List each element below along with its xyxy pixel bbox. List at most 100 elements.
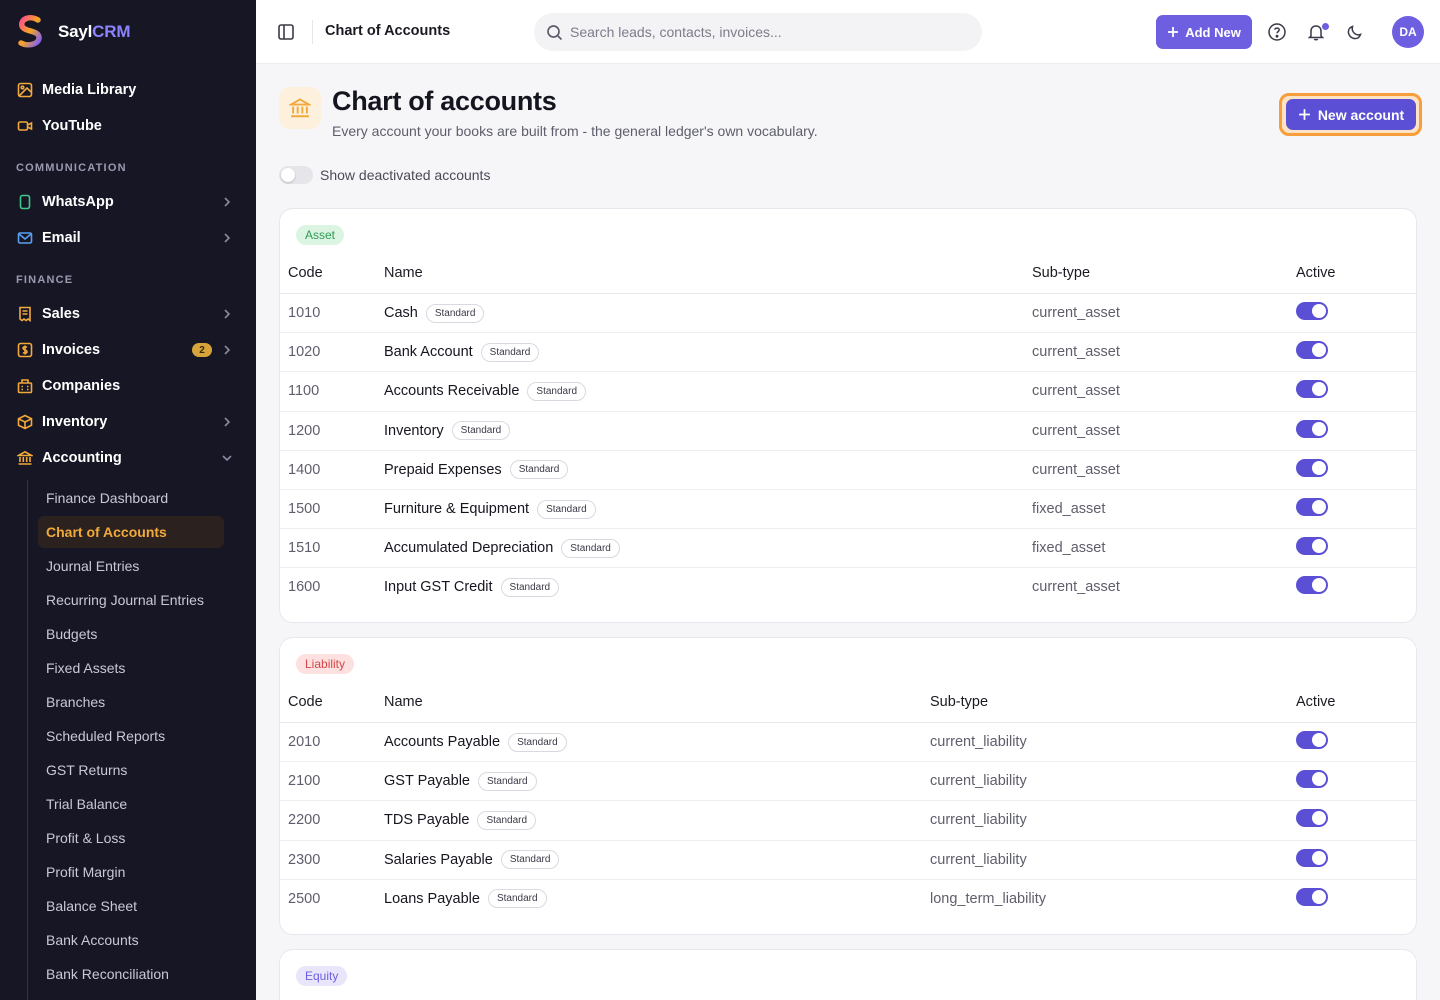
account-subtype: current_asset [1032, 579, 1120, 596]
account-code: 1100 [288, 383, 320, 400]
mail-icon [16, 229, 34, 247]
table-row[interactable]: 1100 Accounts Receivable Standard current_a… [280, 372, 1416, 412]
account-name[interactable]: TDS Payable [384, 812, 469, 828]
phone-icon [16, 193, 34, 211]
active-toggle[interactable] [1296, 419, 1328, 438]
subnav-finance-dashboard[interactable]: Finance Dashboard [38, 482, 224, 514]
standard-badge: Standard [487, 889, 547, 909]
show-deactivated-toggle[interactable] [279, 166, 313, 184]
table-row[interactable]: 2010 Accounts Payable Standard current_liab… [280, 723, 1416, 763]
account-name-cell: Accounts Payable Standard [384, 731, 567, 753]
chevron-down-icon [222, 455, 232, 462]
account-name[interactable]: Loans Payable [384, 891, 480, 907]
subnav-trial-balance[interactable]: Trial Balance [38, 788, 224, 820]
account-code: 2010 [288, 734, 321, 750]
subnav-fixed-assets[interactable]: Fixed Assets [38, 652, 224, 684]
section-label-communication: COMMUNICATION [16, 162, 127, 174]
subnav-budgets[interactable]: Budgets [38, 618, 224, 650]
col-header-active: Active [1296, 265, 1336, 281]
sidebar-item-media-library[interactable]: Media Library [16, 76, 240, 104]
asset-accounts-card: Asset Code Name Sub-type Active 1010 Cash… [279, 208, 1417, 623]
sidebar-item-email[interactable]: Email [16, 224, 240, 252]
table-row[interactable]: 2100 GST Payable Standard current_liability [280, 762, 1416, 802]
active-toggle[interactable] [1296, 380, 1328, 399]
toggle-knob [1312, 850, 1326, 865]
subnav-profit-loss[interactable]: Profit & Loss [38, 822, 224, 854]
active-toggle[interactable] [1296, 848, 1328, 867]
sidebar-item-companies[interactable]: Companies [16, 372, 240, 400]
account-name[interactable]: Prepaid Expenses [384, 462, 502, 478]
account-name-cell: TDS Payable Standard [384, 809, 537, 831]
toggle-knob [1312, 343, 1326, 358]
table-row[interactable]: 1500 Furniture & Equipment Standard fixed_a… [280, 490, 1416, 530]
subnav-balance-sheet[interactable]: Balance Sheet [38, 890, 224, 922]
new-account-button[interactable]: New account [1286, 99, 1416, 130]
account-name[interactable]: Inventory [384, 423, 444, 439]
sidebar-item-invoices[interactable]: Invoices 2 [16, 336, 240, 364]
subnav-scheduled-reports[interactable]: Scheduled Reports [38, 720, 224, 752]
sidebar-item-whatsapp[interactable]: WhatsApp [16, 188, 240, 216]
search-input[interactable] [534, 13, 982, 51]
active-toggle[interactable] [1296, 576, 1328, 595]
account-name[interactable]: Cash [384, 305, 418, 321]
table-row[interactable]: 2200 TDS Payable Standard current_liability [280, 801, 1416, 841]
image-icon [16, 81, 34, 99]
active-toggle[interactable] [1296, 731, 1328, 749]
moon-icon[interactable] [1345, 22, 1365, 42]
account-name[interactable]: Accumulated Depreciation [384, 540, 553, 556]
table-row[interactable]: 1510 Accumulated Depreciation Standard fixe… [280, 529, 1416, 569]
active-toggle[interactable] [1296, 887, 1328, 906]
plus-icon [1298, 109, 1310, 120]
subnav-bank-reconciliation[interactable]: Bank Reconciliation [38, 958, 224, 990]
avatar[interactable]: DA [1392, 16, 1424, 48]
add-new-button[interactable]: Add New [1156, 15, 1252, 49]
account-name[interactable]: Bank Account [384, 344, 473, 360]
table-row[interactable]: 1400 Prepaid Expenses Standard current_asse… [280, 451, 1416, 490]
subnav-bank-accounts[interactable]: Bank Accounts [38, 924, 224, 956]
standard-badge: Standard [480, 342, 540, 362]
col-header-subtype: Sub-type [1032, 265, 1091, 281]
sidebar-item-accounting[interactable]: Accounting [16, 444, 240, 472]
account-name[interactable]: GST Payable [384, 773, 470, 789]
table-row[interactable]: 2500 Loans Payable Standard long_term_liabi… [280, 880, 1416, 919]
subnav-journal-entries[interactable]: Journal Entries [38, 550, 224, 582]
subnav-gst-returns[interactable]: GST Returns [38, 754, 224, 786]
sidebar-item-inventory[interactable]: Inventory [16, 408, 240, 436]
active-toggle[interactable] [1296, 537, 1328, 556]
video-icon [16, 117, 34, 135]
subnav-chart-of-accounts[interactable]: Chart of Accounts [38, 516, 224, 548]
active-toggle[interactable] [1296, 458, 1328, 477]
table-row[interactable]: 1020 Bank Account Standard current_asset [280, 333, 1416, 373]
chevron-right-icon [224, 309, 231, 319]
subnav-profit-margin[interactable]: Profit Margin [38, 856, 224, 888]
help-icon[interactable] [1267, 22, 1287, 42]
notification-dot [1322, 23, 1329, 30]
active-toggle[interactable] [1296, 302, 1328, 320]
topbar: Chart of Accounts Add New DA [256, 0, 1440, 64]
sidebar-item-sales[interactable]: Sales [16, 300, 240, 328]
sidebar-item-label: Media Library [42, 82, 137, 98]
table-row[interactable]: 2300 Salaries Payable Standard current_liab… [280, 841, 1416, 880]
account-code: 1020 [288, 344, 321, 361]
active-toggle[interactable] [1296, 809, 1328, 828]
active-toggle[interactable] [1296, 498, 1328, 516]
subnav-branches[interactable]: Branches [38, 686, 224, 718]
account-name[interactable]: Accounts Payable [384, 734, 500, 750]
table-row[interactable]: 1200 Inventory Standard current_asset [280, 412, 1416, 451]
sidebar-item-youtube[interactable]: YouTube [16, 112, 240, 140]
standard-badge: Standard [500, 850, 560, 870]
brand[interactable]: SaylCRM [16, 14, 130, 50]
account-name[interactable]: Furniture & Equipment [384, 501, 529, 517]
sidebar-toggle-icon[interactable] [276, 22, 296, 42]
active-toggle[interactable] [1296, 770, 1328, 789]
account-name[interactable]: Input GST Credit [384, 579, 493, 595]
table-row[interactable]: 1600 Input GST Credit Standard current_asse… [280, 568, 1416, 607]
account-name[interactable]: Accounts Receivable [384, 383, 519, 399]
account-name[interactable]: Salaries Payable [384, 852, 493, 868]
table-row[interactable]: 1010 Cash Standard current_asset [280, 294, 1416, 334]
subnav-recurring-journal-entries[interactable]: Recurring Journal Entries [38, 584, 224, 616]
account-code: 1200 [288, 422, 321, 439]
account-subtype: long_term_liability [930, 890, 1047, 907]
active-toggle[interactable] [1296, 341, 1328, 360]
liability-accounts-card: Liability Code Name Sub-type Active 2010… [279, 637, 1417, 935]
